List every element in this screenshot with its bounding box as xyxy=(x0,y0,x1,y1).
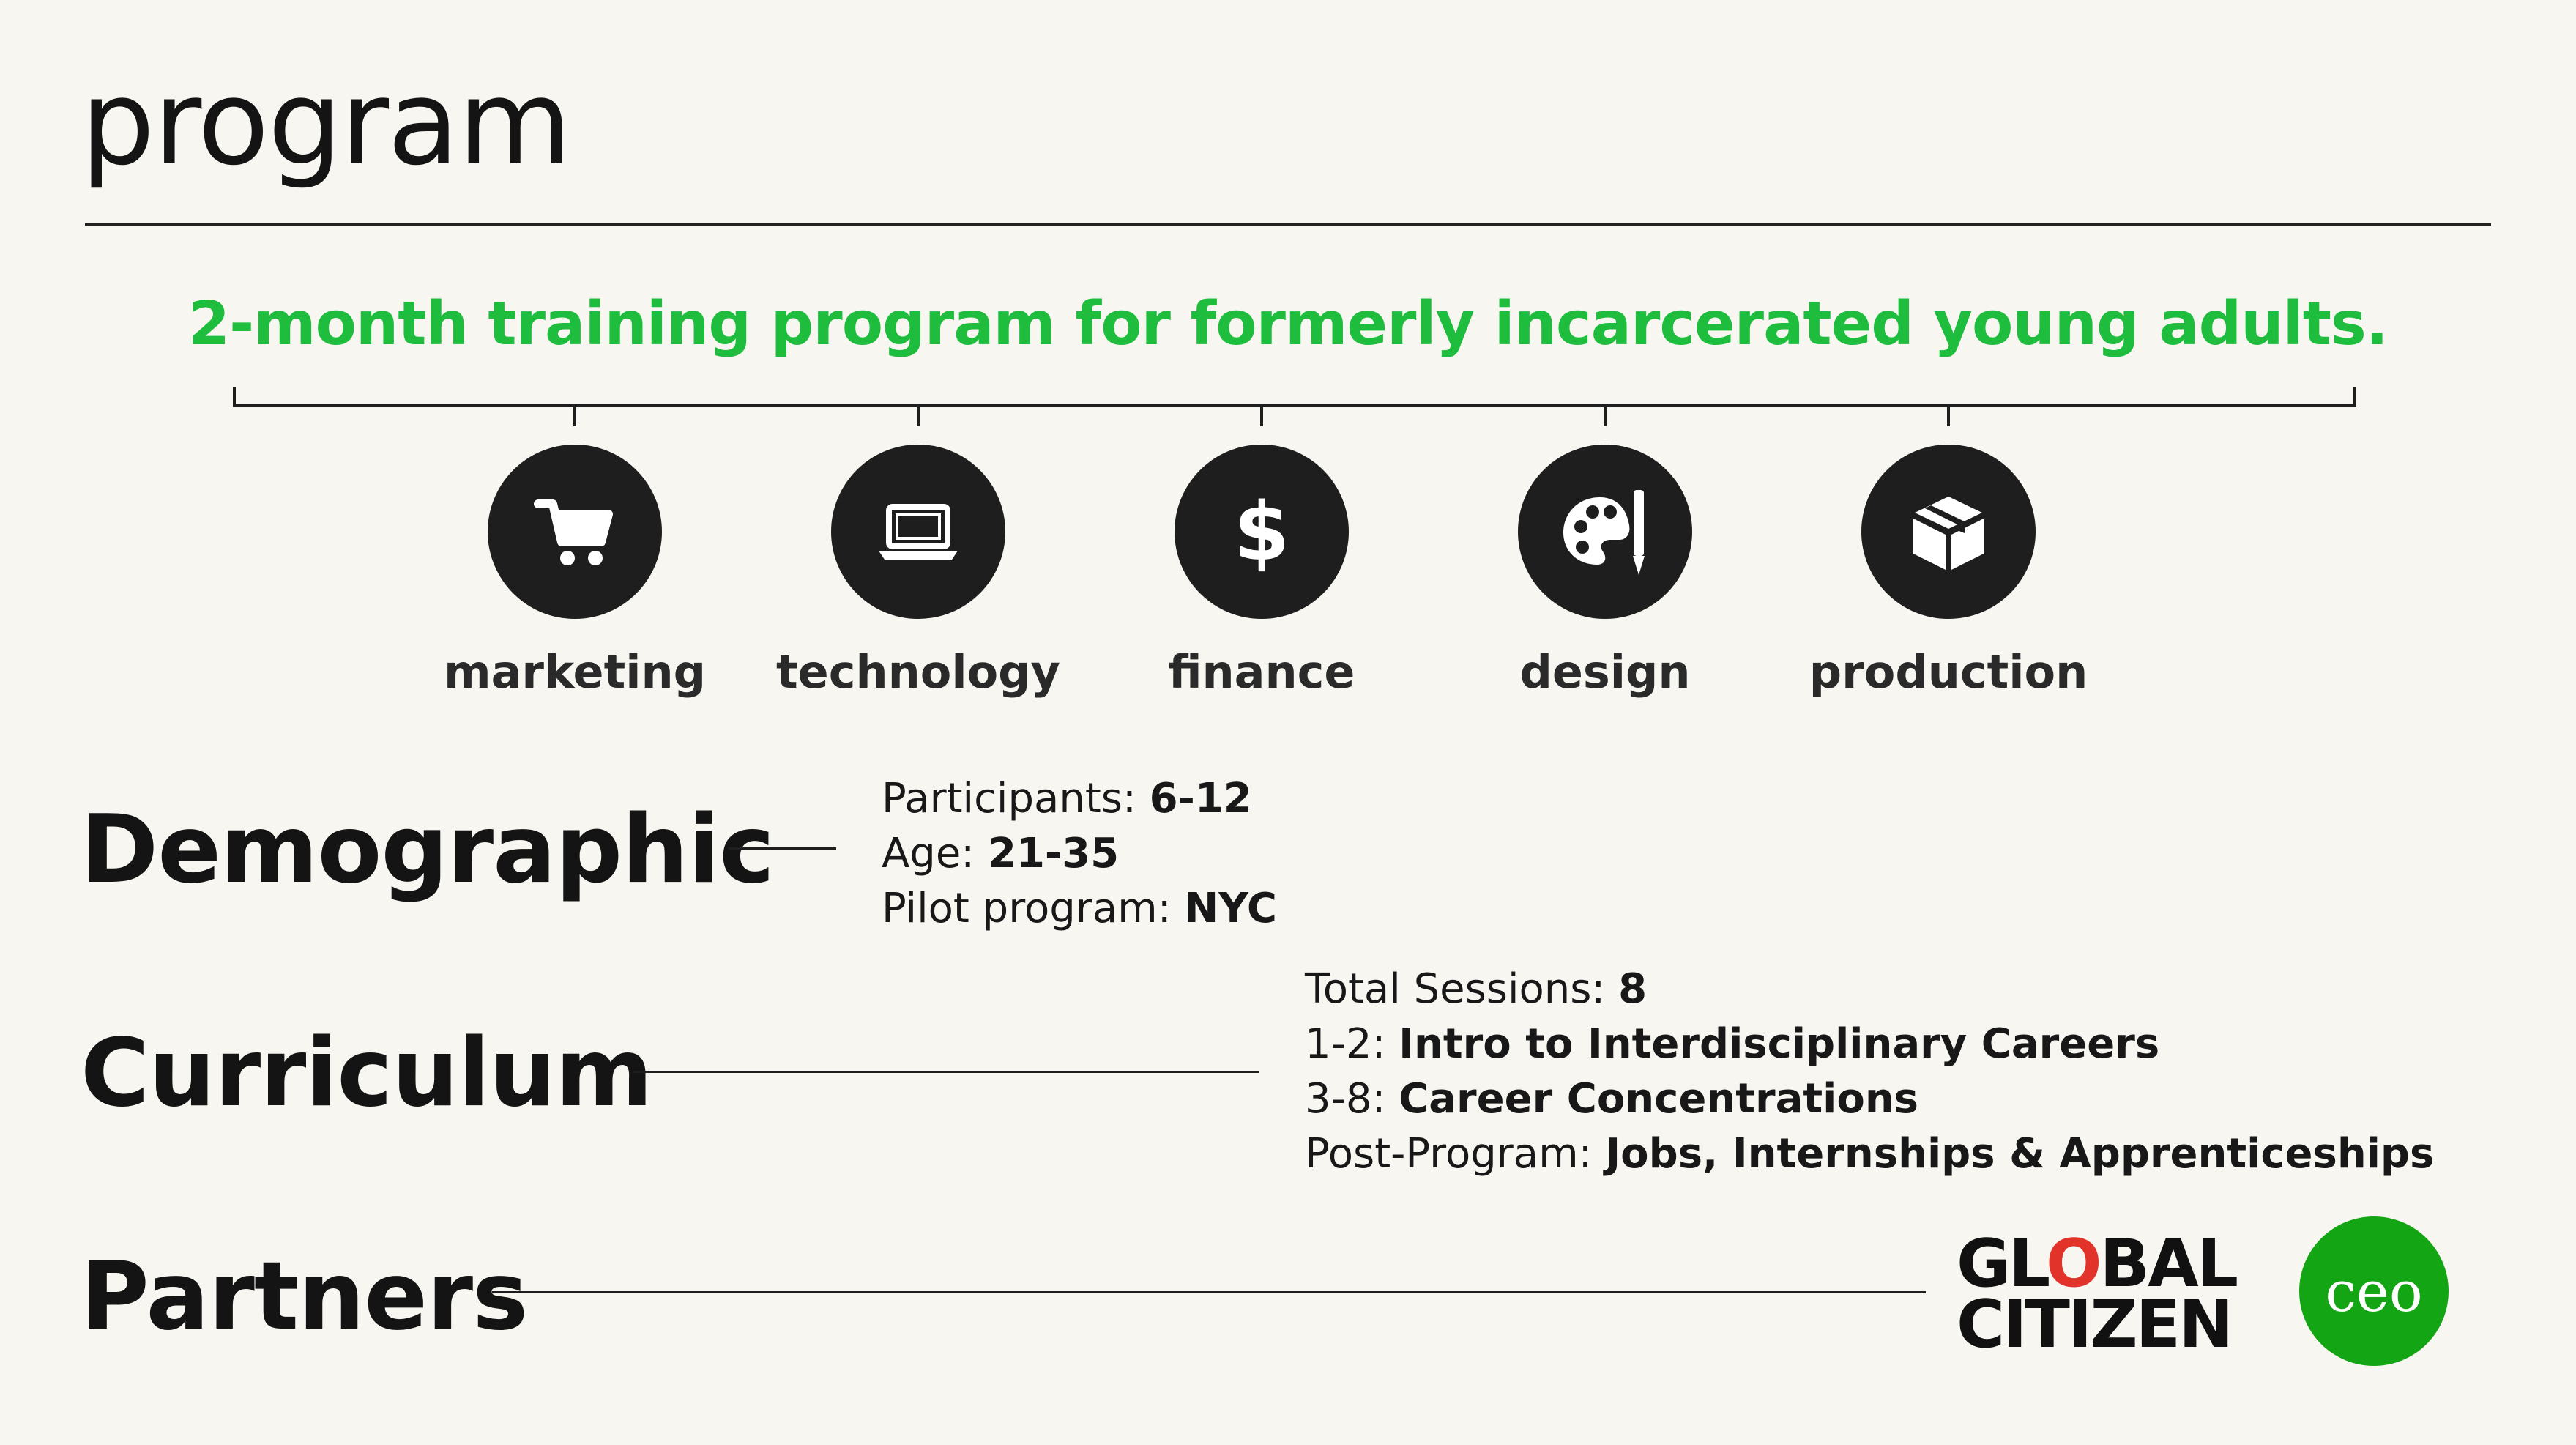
curriculum-details: Total Sessions: 8 1-2: Intro to Interdis… xyxy=(1305,962,2434,1181)
curriculum-heading: Curriculum xyxy=(81,1019,653,1128)
program-tagline: 2-month training program for formerly in… xyxy=(188,289,2389,359)
title-divider xyxy=(85,223,2491,226)
category-label: production xyxy=(1809,645,2088,699)
palette-icon xyxy=(1518,445,1692,619)
category-technology: technology xyxy=(764,445,1072,695)
category-marketing: marketing xyxy=(421,445,729,695)
page-title: program xyxy=(81,54,572,191)
participants-line: Participants: 6-12 xyxy=(882,775,1252,822)
dollar-icon: $ xyxy=(1175,445,1349,619)
partners-connector xyxy=(492,1291,1926,1293)
partners-heading: Partners xyxy=(81,1242,528,1351)
category-label: technology xyxy=(776,645,1060,699)
curriculum-connector xyxy=(633,1071,1259,1073)
demographic-connector xyxy=(728,847,836,850)
post-program-line: Post-Program: Jobs, Internships & Appren… xyxy=(1305,1130,2435,1178)
global-citizen-line-2: CITIZEN xyxy=(1957,1285,2233,1363)
svg-text:$: $ xyxy=(1234,488,1290,576)
category-finance: $ finance xyxy=(1108,445,1415,695)
ceo-logo: ceo xyxy=(2299,1216,2449,1366)
category-bracket xyxy=(233,387,2356,426)
category-production: production xyxy=(1795,445,2102,695)
pilot-line: Pilot program: NYC xyxy=(882,885,1277,932)
shopping-cart-icon xyxy=(488,445,662,619)
laptop-icon xyxy=(831,445,1005,619)
box-icon xyxy=(1861,445,2036,619)
sessions-line: Total Sessions: 8 xyxy=(1305,965,1648,1013)
demographic-heading: Demographic xyxy=(81,795,775,904)
category-label: marketing xyxy=(443,645,707,699)
category-label: finance xyxy=(1168,645,1355,699)
category-design: design xyxy=(1451,445,1759,695)
category-label: design xyxy=(1519,645,1691,699)
concentrations-line: 3-8: Career Concentrations xyxy=(1305,1075,1919,1123)
age-line: Age: 21-35 xyxy=(882,830,1120,877)
demographic-details: Participants: 6-12 Age: 21-35 Pilot prog… xyxy=(882,771,1277,936)
global-citizen-logo: GLOBAL CITIZEN xyxy=(1957,1231,2263,1363)
intro-line: 1-2: Intro to Interdisciplinary Careers xyxy=(1305,1020,2160,1068)
